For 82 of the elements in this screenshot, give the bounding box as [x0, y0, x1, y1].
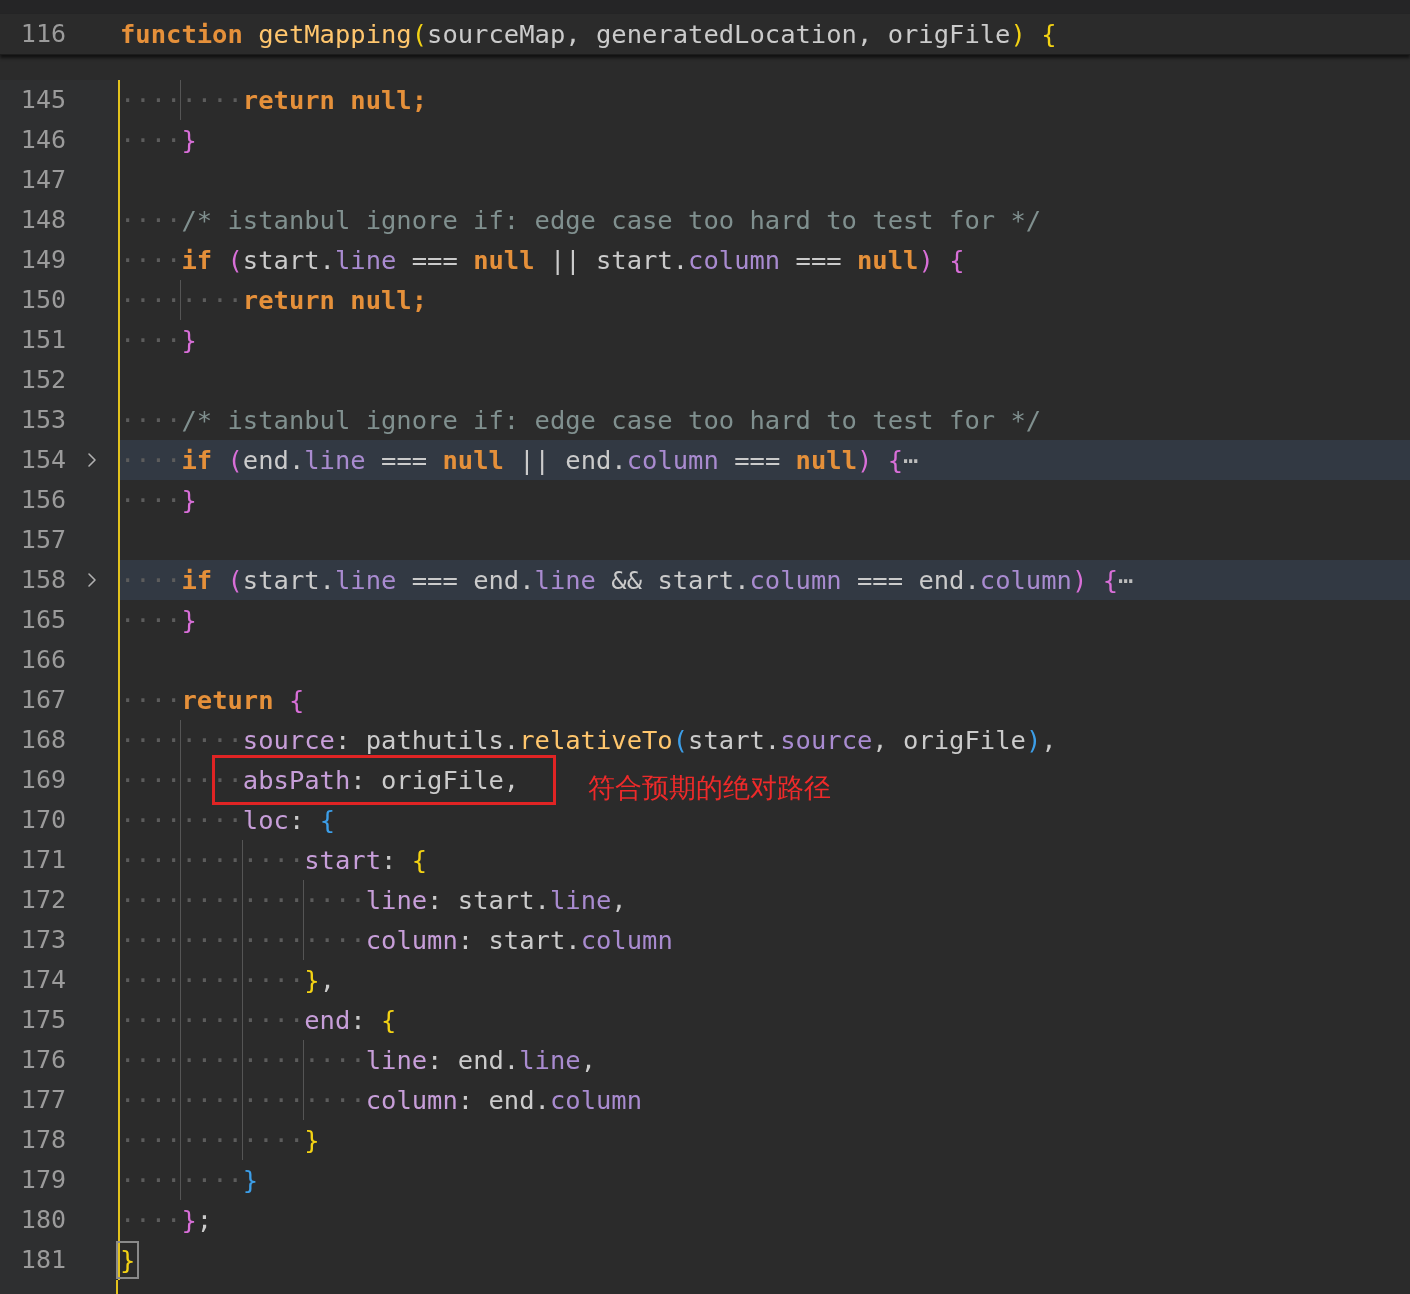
line-number: 156 [19, 484, 66, 516]
code-line: source: pathutils.relativeTo(start.source, origFile), [242, 724, 1057, 757]
whitespace-dots: ················ [120, 1080, 366, 1120]
whitespace-dots: ················ [120, 1040, 366, 1080]
line-number: 170 [19, 804, 66, 836]
line-number: 173 [19, 924, 66, 956]
code-line: return null; [242, 284, 428, 317]
whitespace-dots: ········ [120, 800, 243, 840]
code-line: loc: { [242, 804, 335, 837]
whitespace-dots: ············ [120, 840, 305, 880]
line-number: 148 [19, 204, 66, 236]
whitespace-dots: ···· [120, 484, 182, 517]
whitespace-dots: ········ [120, 720, 243, 760]
line-number: 147 [19, 164, 66, 196]
line-number: 146 [19, 124, 66, 156]
code-line: start: { [304, 844, 428, 877]
line-number: 150 [19, 284, 66, 316]
line-number: 177 [19, 1084, 66, 1116]
whitespace-dots: ········ [120, 80, 243, 120]
line-number: 179 [19, 1164, 66, 1196]
line-number: 176 [19, 1044, 66, 1076]
line-number: 168 [19, 724, 66, 756]
code-line: } [181, 324, 197, 357]
code-line: /* istanbul ignore if: edge case too hard to test for */ [181, 404, 1042, 437]
line-number: 181 [19, 1244, 66, 1276]
code-line: }, [304, 964, 335, 997]
line-number: 180 [19, 1204, 66, 1236]
code-line: /* istanbul ignore if: edge case too hard to test for */ [181, 204, 1042, 237]
line-number: 167 [19, 684, 66, 716]
code-line: } [181, 604, 197, 637]
whitespace-dots: ···· [120, 1204, 182, 1237]
whitespace-dots: ············ [120, 960, 305, 1000]
code-line: column: start.column [365, 924, 673, 957]
line-number: 157 [19, 524, 66, 556]
whitespace-dots: ···· [120, 604, 182, 637]
line-number: 151 [19, 324, 66, 356]
whitespace-dots: ···· [120, 124, 182, 157]
whitespace-dots: ············ [120, 1000, 305, 1040]
line-number: 149 [19, 244, 66, 276]
code-line: if (start.line === null || start.column === null) { [181, 244, 965, 277]
line-number: 171 [19, 844, 66, 876]
code-line: function getMapping(sourceMap, generatedLocation, origFile) { [120, 18, 1057, 51]
line-number: 174 [19, 964, 66, 996]
whitespace-dots: ········ [120, 1160, 243, 1200]
code-line: return null; [242, 84, 428, 117]
line-number: 169 [19, 764, 66, 796]
whitespace-dots: ················ [120, 880, 366, 920]
line-number: 116 [19, 18, 66, 50]
code-line: return { [181, 684, 305, 717]
annotation-text: 符合预期的绝对路径 [588, 771, 832, 805]
whitespace-dots: ········ [120, 280, 243, 320]
whitespace-dots: ···· [120, 564, 182, 597]
code-line: } [304, 1124, 320, 1157]
whitespace-dots: ···· [120, 684, 182, 717]
whitespace-dots: ···· [120, 244, 182, 277]
whitespace-dots: ···· [120, 444, 182, 477]
code-line: column: end.column [365, 1084, 643, 1117]
code-line: line: end.line, [365, 1044, 596, 1077]
line-number: 178 [19, 1124, 66, 1156]
line-number: 165 [19, 604, 66, 636]
whitespace-dots: ···· [120, 204, 182, 237]
whitespace-dots: ················ [120, 920, 366, 960]
line-number: 153 [19, 404, 66, 436]
whitespace-dots: ···· [120, 324, 182, 357]
code-line: } [181, 484, 197, 517]
whitespace-dots: ···· [120, 404, 182, 437]
code-line: } [242, 1164, 259, 1197]
line-number: 145 [19, 84, 66, 116]
line-number: 152 [19, 364, 66, 396]
whitespace-dots: ············ [120, 1120, 305, 1160]
line-number: 154 [19, 444, 66, 476]
code-line: if (end.line === null || end.column === null) {⋯ [181, 444, 919, 477]
line-number: 166 [19, 644, 66, 676]
line-number: 172 [19, 884, 66, 916]
code-line: if (start.line === end.line && start.column === end.column) {⋯ [181, 564, 1134, 597]
line-number: 175 [19, 1004, 66, 1036]
code-line: end: { [304, 1004, 397, 1037]
code-line: line: start.line, [365, 884, 627, 917]
line-number: 158 [19, 564, 66, 596]
code-line: } [181, 124, 197, 157]
code-line: }; [181, 1204, 213, 1237]
code-line: absPath: origFile, [242, 764, 520, 797]
